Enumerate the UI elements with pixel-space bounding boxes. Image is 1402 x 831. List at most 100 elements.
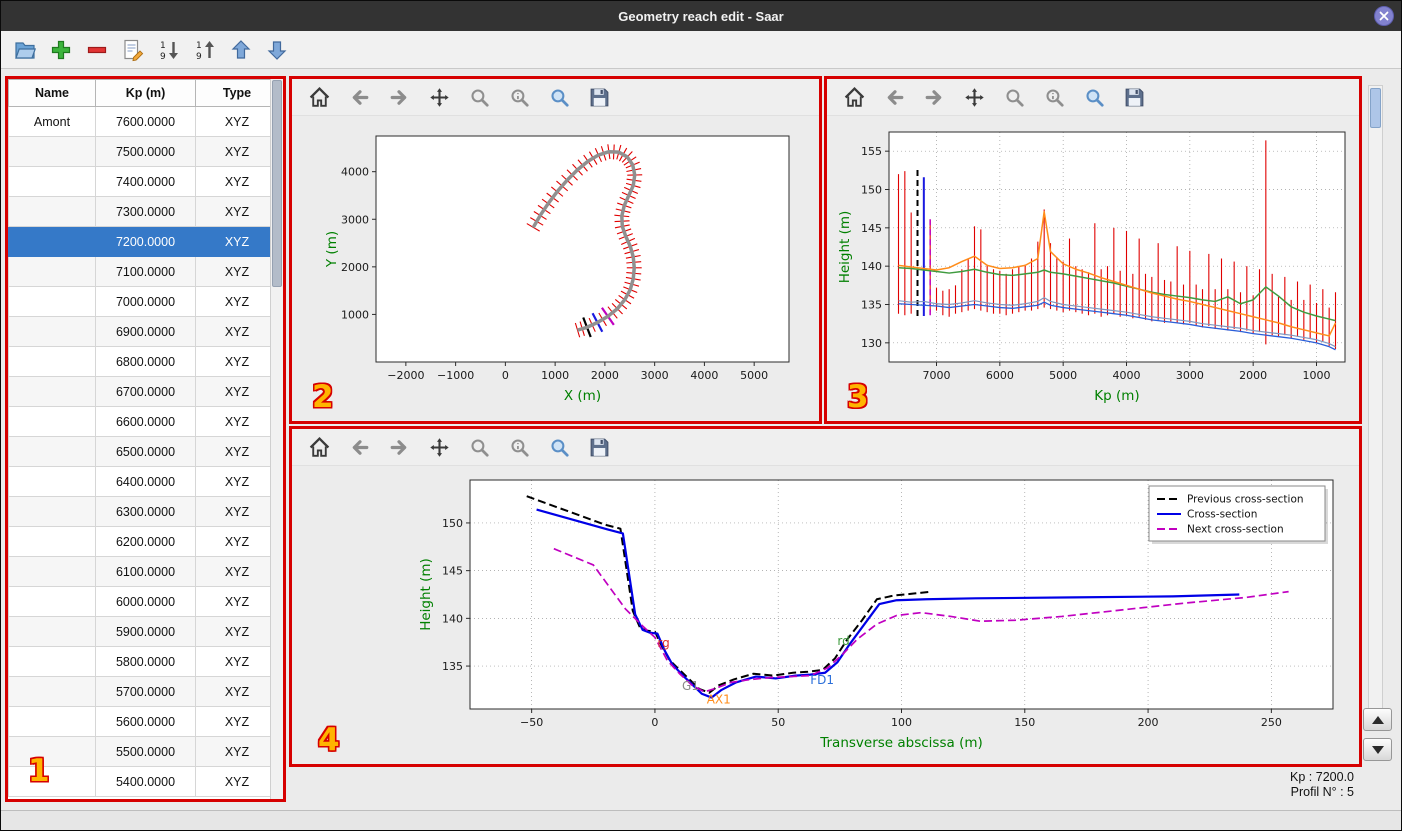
move-down-button[interactable] [263, 36, 291, 64]
zoom-select-icon [550, 438, 569, 457]
svg-text:Kp (m): Kp (m) [1094, 388, 1139, 404]
svg-text:2000: 2000 [341, 261, 369, 274]
main-scrollbar-thumb[interactable] [1370, 88, 1381, 128]
minus-icon [87, 46, 107, 53]
cell-name [8, 166, 96, 197]
table-row[interactable]: 7400.0000 XYZ [8, 166, 270, 197]
zoom-info-button[interactable] [506, 434, 532, 460]
column-header-name[interactable]: Name [8, 79, 96, 107]
cell-name [8, 616, 96, 647]
back-icon [352, 89, 368, 105]
save-icon [590, 88, 608, 106]
forward-icon [390, 89, 406, 105]
zoom-button[interactable] [1001, 84, 1027, 110]
annotation-number-3: 3 [847, 379, 869, 415]
home-button[interactable] [306, 84, 332, 110]
table-row[interactable]: 7500.0000 XYZ [8, 136, 270, 167]
cell-type: XYZ [195, 406, 270, 437]
back-icon [352, 439, 368, 455]
table-row[interactable]: 6800.0000 XYZ [8, 346, 270, 377]
table-row[interactable]: 6600.0000 XYZ [8, 406, 270, 437]
open-reach-button[interactable] [11, 36, 39, 64]
table-row[interactable]: 7300.0000 XYZ [8, 196, 270, 227]
profile-previous-button[interactable] [1363, 708, 1392, 731]
column-header-kp-m-[interactable]: Kp (m) [95, 79, 196, 107]
back-button[interactable] [346, 434, 372, 460]
home-icon [309, 86, 329, 107]
table-row[interactable]: 6000.0000 XYZ [8, 586, 270, 617]
profile-next-button[interactable] [1363, 738, 1392, 761]
table-row[interactable]: 6400.0000 XYZ [8, 466, 270, 497]
pan-button[interactable] [426, 434, 452, 460]
table-row[interactable]: 5800.0000 XYZ [8, 646, 270, 677]
table-row[interactable]: 7100.0000 XYZ [8, 256, 270, 287]
table-row[interactable]: 6300.0000 XYZ [8, 496, 270, 527]
long-profile-chart: 7000 6000 5000 4000 3000 2000 1000 130 135 140 145… [837, 131, 1346, 404]
add-profile-button[interactable] [47, 36, 75, 64]
sort-ascending-button[interactable]: 19 [191, 36, 219, 64]
zoom-button[interactable] [466, 434, 492, 460]
cell-type: XYZ [195, 646, 270, 677]
table-row[interactable]: 6900.0000 XYZ [8, 316, 270, 347]
save-button[interactable] [1121, 84, 1147, 110]
column-header-type[interactable]: Type [195, 79, 270, 107]
cell-name [8, 586, 96, 617]
table-row[interactable]: 6500.0000 XYZ [8, 436, 270, 467]
status-bar [1, 810, 1401, 830]
cell-name [8, 346, 96, 377]
table-row[interactable]: 5900.0000 XYZ [8, 616, 270, 647]
zoom-info-button[interactable] [506, 84, 532, 110]
back-button[interactable] [881, 84, 907, 110]
save-button[interactable] [586, 84, 612, 110]
cell-type: XYZ [195, 586, 270, 617]
table-row[interactable]: 5600.0000 XYZ [8, 706, 270, 737]
cell-name [8, 736, 96, 767]
main-scrollbar[interactable] [1368, 85, 1383, 709]
home-button[interactable] [841, 84, 867, 110]
zoom-sel-button[interactable] [1081, 84, 1107, 110]
home-button[interactable] [306, 434, 332, 460]
move-up-button[interactable] [227, 36, 255, 64]
zoom-info-button[interactable] [1041, 84, 1067, 110]
sort-descending-button[interactable]: 19 [155, 36, 183, 64]
zoom-sel-button[interactable] [546, 434, 572, 460]
svg-text:1000: 1000 [1303, 369, 1331, 382]
table-row[interactable]: 6100.0000 XYZ [8, 556, 270, 587]
table-scrollbar[interactable] [270, 79, 283, 799]
svg-text:3000: 3000 [641, 369, 669, 382]
cell-name [8, 196, 96, 227]
zoom-select-icon [550, 88, 569, 107]
cell-type: XYZ [195, 136, 270, 167]
save-button[interactable] [586, 434, 612, 460]
table-row[interactable]: 6700.0000 XYZ [8, 376, 270, 407]
svg-text:1000: 1000 [541, 369, 569, 382]
cell-type: XYZ [195, 496, 270, 527]
pan-button[interactable] [426, 84, 452, 110]
forward-button[interactable] [386, 434, 412, 460]
table-scrollbar-thumb[interactable] [272, 80, 282, 287]
annotation-number-2: 2 [312, 379, 334, 415]
cell-type: XYZ [195, 316, 270, 347]
zoom-button[interactable] [466, 84, 492, 110]
cell-name [8, 406, 96, 437]
cell-kp: 5600.0000 [95, 706, 196, 737]
app-window: Geometry reach edit - Saar 1919 Name Kp (… [0, 0, 1402, 831]
table-row[interactable]: 6200.0000 XYZ [8, 526, 270, 557]
forward-button[interactable] [921, 84, 947, 110]
forward-button[interactable] [386, 84, 412, 110]
title-bar: Geometry reach edit - Saar [1, 1, 1401, 31]
table-row[interactable]: 7200.0000 XYZ [8, 226, 270, 257]
edit-profile-button[interactable] [119, 36, 147, 64]
zoom-sel-button[interactable] [546, 84, 572, 110]
table-row[interactable]: 7000.0000 XYZ [8, 286, 270, 317]
close-button[interactable] [1374, 6, 1394, 26]
table-row[interactable]: Amont 7600.0000 XYZ [8, 106, 270, 137]
svg-text:−2000: −2000 [387, 369, 424, 382]
cell-name [8, 436, 96, 467]
cell-kp: 6300.0000 [95, 496, 196, 527]
remove-profile-button[interactable] [83, 36, 111, 64]
pan-button[interactable] [961, 84, 987, 110]
back-button[interactable] [346, 84, 372, 110]
table-row[interactable]: 5700.0000 XYZ [8, 676, 270, 707]
cell-name [8, 376, 96, 407]
